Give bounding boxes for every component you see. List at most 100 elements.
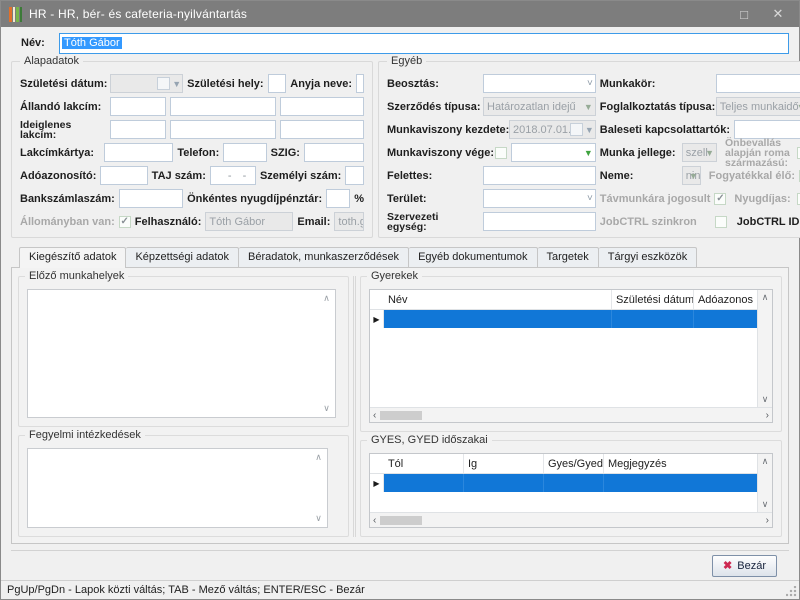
org-unit-input[interactable]: [483, 212, 596, 231]
roma-declaration-checkbox[interactable]: [797, 147, 800, 159]
temporary-address-zip-input[interactable]: [110, 120, 166, 139]
app-window: HR - HR, bér- és cafeteria-nyilvántartás…: [0, 0, 800, 600]
scroll-up-icon[interactable]: ∧: [315, 452, 322, 463]
scrollbar-thumb[interactable]: [380, 411, 422, 420]
permanent-address-zip-input[interactable]: [110, 97, 166, 116]
grid-empty-area[interactable]: [370, 328, 757, 407]
previous-workplaces-textarea[interactable]: ∧ ∨: [27, 289, 336, 418]
close-button[interactable]: ✖ Bezár: [712, 555, 777, 577]
scroll-up-icon[interactable]: ∧: [323, 293, 330, 304]
column-header-gyes-gyed[interactable]: Gyes/Gyed: [544, 454, 604, 473]
tab-targetek[interactable]: Targetek: [538, 247, 599, 267]
children-grid-selected-row[interactable]: ▶: [370, 310, 757, 328]
tab-strip: Kiegészítő adatok Képzettségi adatok Bér…: [11, 246, 789, 267]
scroll-down-icon[interactable]: ∨: [762, 394, 769, 405]
tax-id-input[interactable]: [100, 166, 147, 185]
job-title-input[interactable]: [716, 74, 800, 93]
name-input[interactable]: Tóth Gábor: [59, 33, 789, 54]
birth-place-input[interactable]: [268, 74, 287, 93]
scroll-up-icon[interactable]: ∧: [762, 292, 769, 303]
position-combo[interactable]: ˅: [483, 74, 596, 93]
children-grid: Név Születési dátum Adóazonos ▶: [369, 289, 773, 423]
tab-kepzettsegi-adatok[interactable]: Képzettségi adatok: [126, 247, 239, 267]
jobctrl-sync-checkbox[interactable]: [715, 216, 727, 228]
temporary-address-street-input[interactable]: [280, 120, 364, 139]
user-value: Tóth Gábor: [209, 216, 265, 228]
szig-label: SZIG:: [271, 147, 300, 159]
vertical-scrollbar[interactable]: ∧ ∨: [757, 454, 772, 512]
titlebar: HR - HR, bér- és cafeteria-nyilvántartás…: [1, 1, 799, 27]
column-header-megjegyzes[interactable]: Megjegyzés: [604, 454, 757, 473]
employment-end-combo[interactable]: ▼: [511, 143, 596, 162]
tab-kiegeszito-adatok[interactable]: Kiegészítő adatok: [19, 247, 126, 268]
percent-sign: %: [354, 193, 364, 205]
area-combo[interactable]: ˅: [483, 189, 596, 208]
temporary-address-city-input[interactable]: [170, 120, 276, 139]
scroll-left-icon[interactable]: ‹: [373, 410, 376, 421]
permanent-address-street-input[interactable]: [280, 97, 364, 116]
tab-targyi-eszkozok[interactable]: Tárgyi eszközök: [599, 247, 697, 267]
grid-empty-area[interactable]: [370, 492, 757, 512]
maximize-icon[interactable]: □: [729, 3, 759, 25]
job-title-label: Munkakör:: [600, 78, 712, 90]
scrollbar[interactable]: ∧ ∨: [311, 450, 326, 526]
email-value: toth.gabor@pctrade.h: [338, 216, 364, 228]
jobctrl-id-label: JobCTRL ID:: [737, 216, 800, 228]
vertical-scrollbar[interactable]: ∧ ∨: [757, 290, 772, 407]
mother-name-input[interactable]: [356, 74, 364, 93]
group-egyeb: Egyéb Beosztás: ˅ Munkakör:: [378, 61, 800, 238]
address-card-input[interactable]: [104, 143, 173, 162]
horizontal-scrollbar[interactable]: ‹ ›: [370, 407, 772, 422]
contract-type-label: Szerződés típusa:: [387, 101, 479, 113]
supervisor-input[interactable]: [483, 166, 596, 185]
splitter[interactable]: [353, 276, 356, 537]
scroll-right-icon[interactable]: ›: [766, 410, 769, 421]
gender-label: Neme:: [600, 170, 678, 182]
disciplinary-actions-textarea[interactable]: ∧ ∨: [27, 448, 328, 528]
in-staff-checkbox: ✓: [119, 216, 131, 228]
group-gyerekek: Gyerekek Név Születési dátum Adóazonos: [360, 276, 782, 432]
status-text: PgUp/PgDn - Lapok közti váltás; TAB - Me…: [7, 584, 365, 596]
group-elozo-munkahelyek-title: Előző munkahelyek: [25, 270, 128, 282]
chevron-down-icon: ˅: [587, 190, 593, 207]
scroll-right-icon[interactable]: ›: [766, 515, 769, 526]
area-label: Terület:: [387, 193, 479, 205]
permanent-address-city-input[interactable]: [170, 97, 276, 116]
close-icon[interactable]: ✕: [763, 3, 793, 25]
scroll-down-icon[interactable]: ∨: [323, 403, 330, 414]
resize-grip[interactable]: [786, 586, 797, 597]
mother-name-label: Anyja neve:: [290, 78, 352, 90]
contract-type-value: Határozatlan idejű: [487, 101, 576, 113]
horizontal-scrollbar[interactable]: ‹ ›: [370, 512, 772, 527]
personal-id-input[interactable]: [345, 166, 364, 185]
szig-input[interactable]: [304, 143, 364, 162]
gyes-grid-selected-row[interactable]: ▶: [370, 474, 757, 492]
remote-work-checkbox: ✓: [714, 193, 726, 205]
group-fegyelmi-intezkedesek-title: Fegyelmi intézkedések: [25, 429, 145, 441]
retired-checkbox[interactable]: [797, 193, 800, 205]
chevron-down-icon: ▼: [585, 121, 594, 138]
column-header-adoazonosito[interactable]: Adóazonos: [694, 290, 757, 309]
taj-input[interactable]: - -: [210, 166, 256, 185]
tab-beradatok-munkaszerzodesek[interactable]: Béradatok, munkaszerződések: [239, 247, 409, 267]
scrollbar-thumb[interactable]: [380, 516, 422, 525]
phone-input[interactable]: [223, 143, 266, 162]
employment-end-checkbox[interactable]: [495, 147, 507, 159]
chevron-down-icon: ▼: [172, 75, 181, 92]
scroll-down-icon[interactable]: ∨: [315, 513, 322, 524]
column-header-ig[interactable]: Ig: [464, 454, 544, 473]
scroll-down-icon[interactable]: ∨: [762, 499, 769, 510]
scroll-up-icon[interactable]: ∧: [762, 456, 769, 467]
pension-fund-input[interactable]: [326, 189, 350, 208]
column-header-tol[interactable]: Tól: [384, 454, 464, 473]
column-header-nev[interactable]: Név: [384, 290, 612, 309]
calendar-button-icon: [570, 123, 583, 136]
scrollbar[interactable]: ∧ ∨: [319, 291, 334, 416]
taj-label: TAJ szám:: [152, 170, 206, 182]
group-elozo-munkahelyek: Előző munkahelyek ∧ ∨: [18, 276, 349, 427]
tab-egyeb-dokumentumok[interactable]: Egyéb dokumentumok: [409, 247, 537, 267]
bank-account-input[interactable]: [119, 189, 183, 208]
column-header-szuletesi-datum[interactable]: Születési dátum: [612, 290, 694, 309]
contract-type-combo: Határozatlan idejű ▼: [483, 97, 596, 116]
scroll-left-icon[interactable]: ‹: [373, 515, 376, 526]
